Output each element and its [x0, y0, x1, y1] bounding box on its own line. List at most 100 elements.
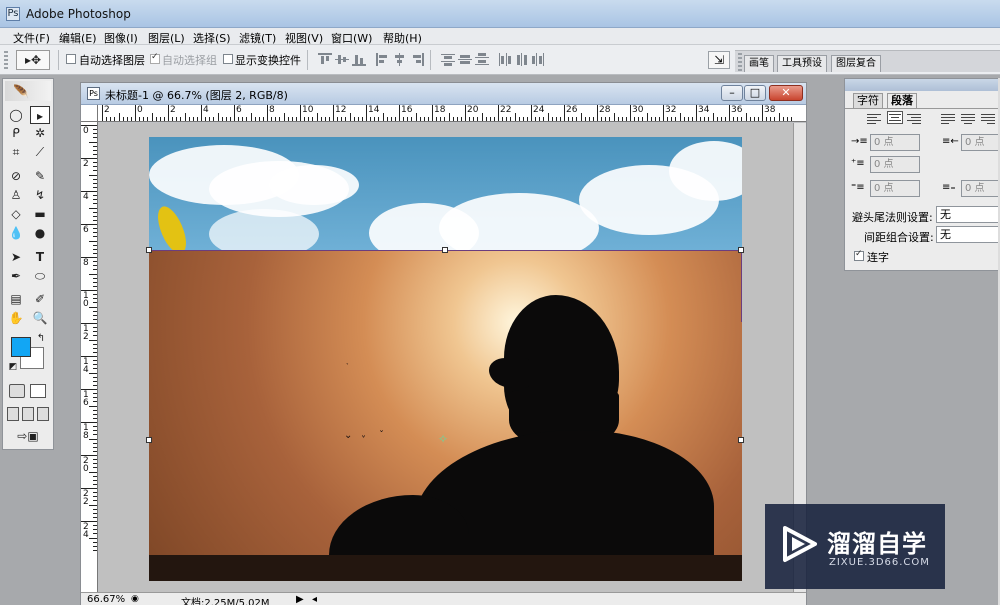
brush-tool-icon[interactable]: ✎ [30, 167, 50, 185]
space-before-input[interactable]: 0 点 [870, 180, 920, 197]
magic-wand-tool-icon[interactable]: ✲ [30, 124, 50, 142]
distribute-hcenter-icon[interactable] [515, 53, 529, 66]
transform-center-icon[interactable]: ✧ [438, 432, 448, 446]
justify-last-right-icon[interactable] [981, 112, 997, 125]
show-transform-checkbox[interactable] [223, 54, 233, 64]
align-bottom-icon[interactable] [352, 53, 366, 66]
history-brush-icon[interactable]: ↯ [30, 186, 50, 204]
menu-select[interactable]: 选择(S) [193, 30, 231, 46]
distribute-bottom-icon[interactable] [475, 53, 489, 66]
ruler-minor-tick [493, 117, 495, 121]
auto-select-layer-checkbox[interactable] [66, 54, 76, 64]
align-right-icon[interactable] [410, 53, 424, 66]
tab-tool-presets[interactable]: 工具预设 [777, 55, 827, 72]
menu-filter[interactable]: 滤镜(T) [239, 30, 276, 46]
indent-left-input[interactable]: 0 点 [870, 134, 920, 151]
go-to-bridge-icon[interactable]: ⇲ [708, 51, 730, 69]
distribute-left-icon[interactable] [498, 53, 512, 66]
menu-layer[interactable]: 图层(L) [148, 30, 185, 46]
healing-brush-icon[interactable]: ⊘ [6, 167, 26, 185]
zoom-level[interactable]: 66.67% [87, 594, 125, 605]
ruler-minor-tick [93, 360, 97, 362]
swap-colors-icon[interactable]: ↰ [35, 333, 47, 345]
tab-brushes[interactable]: 画笔 [744, 55, 774, 72]
distribute-vcenter-icon[interactable] [458, 53, 472, 66]
indent-right-input[interactable]: 0 点 [961, 134, 1000, 151]
status-menu-icon[interactable]: ◉ [131, 594, 139, 604]
tab-character[interactable]: 字符 [853, 93, 883, 109]
mojikumi-select[interactable]: 无 [936, 226, 1000, 243]
dodge-tool-icon[interactable]: ● [30, 224, 50, 242]
gradient-tool-icon[interactable]: ▬ [30, 205, 50, 223]
maximize-button[interactable]: □ [744, 85, 766, 101]
screen-mode-menu-icon[interactable] [22, 407, 34, 421]
close-button[interactable]: ✕ [769, 85, 803, 101]
hyphenate-checkbox[interactable] [854, 249, 864, 261]
transform-handle-mr[interactable] [738, 437, 744, 443]
document-titlebar[interactable]: Ps 未标题-1 @ 66.7% (图层 2, RGB/8) – □ ✕ [81, 83, 806, 105]
horizontal-ruler[interactable]: 2 0 2 4 6 8 10 12 14 16 18 20 22 24 26 28 30 32 34 36 38 [98, 105, 806, 122]
align-hcenter-icon[interactable] [393, 53, 407, 66]
options-grip[interactable] [4, 51, 8, 69]
status-arrow-icon[interactable]: ▶ [296, 594, 304, 605]
space-after-input[interactable]: 0 点 [961, 180, 1000, 197]
hand-tool-icon[interactable]: ✋ [6, 309, 26, 327]
justify-last-left-icon[interactable] [941, 112, 957, 125]
align-text-left-icon[interactable] [867, 112, 883, 125]
indent-first-line-input[interactable]: 0 点 [870, 156, 920, 173]
move-tool-icon[interactable]: ▸ [30, 106, 50, 124]
ruler-minor-tick [448, 113, 450, 121]
transform-handle-tc[interactable] [442, 247, 448, 253]
eyedropper-tool-icon[interactable]: ✐ [30, 290, 50, 308]
transform-box-right [741, 250, 742, 322]
crop-tool-icon[interactable]: ⌗ [6, 143, 26, 161]
ruler-origin[interactable] [81, 105, 98, 122]
standard-mode-icon[interactable] [9, 384, 25, 398]
jump-to-imageready-icon[interactable]: ⇨▣ [9, 427, 47, 445]
auto-select-group-checkbox[interactable] [150, 52, 160, 64]
menu-file[interactable]: 文件(F) [13, 30, 50, 46]
menu-image[interactable]: 图像(I) [104, 30, 138, 46]
marquee-tool-icon[interactable]: ◯ [6, 106, 26, 124]
distribute-top-icon[interactable] [441, 53, 455, 66]
clone-stamp-icon[interactable]: ♙ [6, 186, 26, 204]
vertical-ruler[interactable]: 0 2 4 6 8 1 0 1 2 1 4 1 6 1 8 2 0 2 2 2 4 [81, 122, 98, 592]
panel-titlebar[interactable] [845, 79, 1000, 91]
transform-handle-tl[interactable] [146, 247, 152, 253]
type-tool-icon[interactable]: T [30, 248, 50, 266]
path-selection-icon[interactable]: ➤ [6, 248, 26, 266]
menu-help[interactable]: 帮助(H) [383, 30, 422, 46]
align-vcenter-icon[interactable] [335, 53, 349, 66]
blur-tool-icon[interactable]: 💧 [6, 224, 26, 242]
zoom-tool-icon[interactable]: 🔍 [30, 309, 50, 327]
lasso-tool-icon[interactable]: ᑭ [6, 124, 26, 142]
foreground-color-swatch[interactable] [11, 337, 31, 357]
screen-mode-full-icon[interactable] [37, 407, 49, 421]
screen-mode-standard-icon[interactable] [7, 407, 19, 421]
tab-paragraph[interactable]: 段落 [887, 93, 917, 109]
align-text-right-icon[interactable] [907, 112, 923, 125]
canvas-area[interactable]: ⌄ ˅ ˇ ˯ ✧ [99, 123, 793, 592]
transform-handle-tr[interactable] [738, 247, 744, 253]
notes-tool-icon[interactable]: ▤ [6, 290, 26, 308]
eraser-tool-icon[interactable]: ◇ [6, 205, 26, 223]
slice-tool-icon[interactable]: ⟋ [30, 143, 50, 161]
shape-tool-icon[interactable]: ⬭ [30, 267, 50, 285]
menu-view[interactable]: 视图(V) [285, 30, 323, 46]
align-text-center-icon[interactable] [887, 111, 903, 124]
transform-handle-ml[interactable] [146, 437, 152, 443]
align-left-icon[interactable] [376, 53, 390, 66]
tab-layer-comps[interactable]: 图层复合 [831, 55, 881, 72]
align-top-icon[interactable] [318, 53, 332, 66]
minimize-button[interactable]: – [721, 85, 743, 101]
default-colors-icon[interactable]: ◩ [7, 361, 19, 373]
justify-last-center-icon[interactable] [961, 112, 977, 125]
menu-edit[interactable]: 编辑(E) [59, 30, 97, 46]
quick-mask-icon[interactable] [30, 384, 46, 398]
distribute-right-icon[interactable] [532, 53, 546, 66]
menu-window[interactable]: 窗口(W) [331, 30, 372, 46]
tool-preset-picker[interactable]: ▸✥ [16, 50, 50, 70]
hscroll-left-icon[interactable]: ◂ [312, 594, 317, 605]
pen-tool-icon[interactable]: ✒ [6, 267, 26, 285]
kinsoku-select[interactable]: 无 [936, 206, 1000, 223]
